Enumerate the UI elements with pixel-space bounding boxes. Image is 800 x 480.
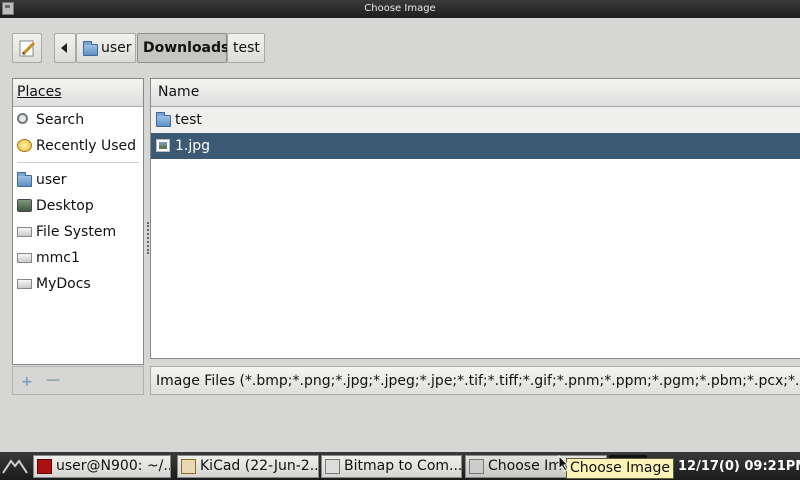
file-name: test — [175, 112, 202, 128]
task-label: Bitmap to Com... — [344, 458, 462, 474]
crumb-label: Downloads — [143, 40, 230, 56]
folder-icon — [83, 41, 98, 56]
image-file-icon — [156, 139, 170, 152]
place-label: Desktop — [36, 198, 94, 214]
type-location-button[interactable] — [12, 33, 42, 63]
desktop-icon — [17, 199, 32, 212]
name-column-header[interactable]: Name — [151, 79, 800, 107]
task-bitmap-to-component[interactable]: Bitmap to Com... — [321, 455, 462, 478]
window-title-bar: Choose Image — [0, 0, 800, 18]
edit-pencil-icon — [19, 40, 36, 57]
file-row-test[interactable]: test — [151, 107, 800, 133]
places-header-label: Places — [17, 84, 62, 100]
task-terminal[interactable]: user@N900: ~/... — [33, 455, 171, 478]
terminal-icon — [37, 459, 52, 474]
places-pane: Places Search Recently Used user Desktop… — [12, 78, 144, 365]
app-icon — [469, 459, 484, 474]
task-kicad[interactable]: KiCad (22-Jun-2... — [177, 455, 319, 478]
place-label: user — [36, 172, 67, 188]
taskbar-tooltip: Choose Image — [566, 458, 674, 479]
folder-icon — [156, 112, 171, 127]
start-menu-button[interactable] — [0, 452, 30, 480]
crumb-label: test — [233, 40, 260, 56]
file-list: Name test 1.jpg — [150, 78, 800, 359]
place-label: File System — [36, 224, 117, 240]
window-menu-icon[interactable] — [2, 2, 14, 15]
mouse-cursor-icon — [558, 455, 570, 472]
crumb-test[interactable]: test — [227, 33, 265, 63]
task-label: user@N900: ~/... — [56, 458, 171, 474]
place-label: Search — [36, 112, 85, 128]
add-bookmark-button[interactable]: + — [21, 374, 33, 390]
place-label: Recently Used — [36, 138, 137, 154]
app-icon — [325, 459, 340, 474]
file-row-1-jpg[interactable]: 1.jpg — [151, 133, 800, 159]
drive-icon — [17, 227, 32, 237]
file-type-filter[interactable]: Image Files (*.bmp;*.png;*.jpg;*.jpeg;*.… — [150, 366, 800, 395]
crumb-downloads[interactable]: Downloads — [137, 33, 230, 63]
place-search[interactable]: Search — [13, 107, 143, 133]
place-label: MyDocs — [36, 276, 91, 292]
drive-icon — [17, 279, 32, 289]
start-menu-icon — [2, 459, 28, 474]
folder-icon — [17, 172, 32, 187]
place-label: mmc1 — [36, 250, 80, 266]
places-column-header[interactable]: Places — [13, 79, 143, 107]
place-file-system[interactable]: File System — [13, 219, 143, 245]
task-label: KiCad (22-Jun-2... — [200, 458, 319, 474]
search-icon — [17, 113, 28, 124]
remove-bookmark-button[interactable]: — — [46, 372, 60, 388]
drive-icon — [17, 253, 32, 263]
file-name: 1.jpg — [175, 138, 211, 154]
window-title: Choose Image — [364, 3, 436, 14]
places-separator — [17, 162, 139, 163]
place-mmc1[interactable]: mmc1 — [13, 245, 143, 271]
place-mydocs[interactable]: MyDocs — [13, 271, 143, 297]
place-user[interactable]: user — [13, 167, 143, 193]
recent-icon — [17, 139, 32, 152]
place-recently-used[interactable]: Recently Used — [13, 133, 143, 159]
crumb-label: user — [101, 40, 132, 56]
path-back-button[interactable] — [54, 33, 76, 63]
kicad-icon — [181, 459, 196, 474]
taskbar-clock: 12/17(0) 09:21PM — [678, 459, 800, 474]
crumb-user[interactable]: user — [76, 33, 136, 63]
place-desktop[interactable]: Desktop — [13, 193, 143, 219]
